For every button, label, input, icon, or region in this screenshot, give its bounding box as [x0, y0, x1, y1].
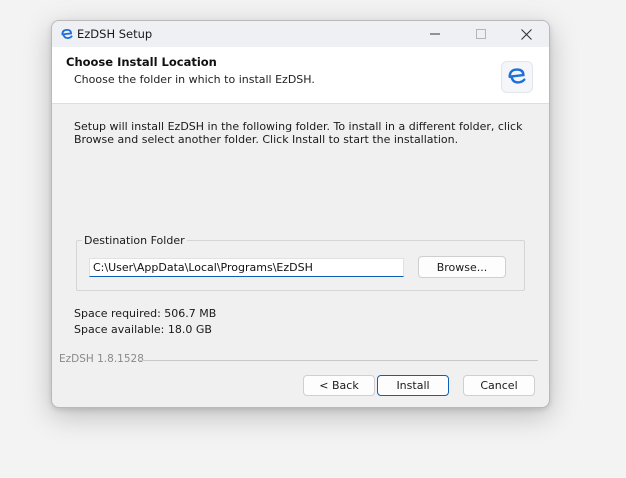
install-button[interactable]: Install [377, 375, 449, 396]
footer-divider [140, 360, 538, 361]
cancel-button[interactable]: Cancel [463, 375, 535, 396]
window-title: EzDSH Setup [77, 27, 153, 41]
version-label: EzDSH 1.8.1528 [59, 353, 144, 365]
ezdsh-logo-icon [506, 65, 528, 90]
page-header: Choose Install Location Choose the folde… [52, 47, 549, 104]
ezdsh-logo-icon [60, 27, 74, 41]
maximize-icon [476, 29, 486, 39]
space-available: Space available: 18.0 GB [74, 323, 212, 336]
destination-folder-label: Destination Folder [82, 234, 187, 247]
close-icon [520, 28, 532, 40]
page-title: Choose Install Location [66, 55, 217, 69]
browse-button[interactable]: Browse... [418, 256, 506, 278]
title-bar[interactable]: EzDSH Setup [52, 21, 549, 47]
close-button[interactable] [503, 21, 549, 47]
install-description: Setup will install EzDSH in the followin… [74, 120, 523, 146]
space-required: Space required: 506.7 MB [74, 307, 217, 320]
minimize-icon [430, 29, 440, 39]
back-button[interactable]: < Back [303, 375, 375, 396]
setup-window: EzDSH Setup Choose Install Location Choo… [51, 20, 550, 408]
destination-path-input[interactable] [89, 258, 404, 277]
header-logo [501, 61, 533, 93]
minimize-button[interactable] [412, 21, 458, 47]
maximize-button[interactable] [458, 21, 504, 47]
page-subtitle: Choose the folder in which to install Ez… [74, 73, 315, 86]
